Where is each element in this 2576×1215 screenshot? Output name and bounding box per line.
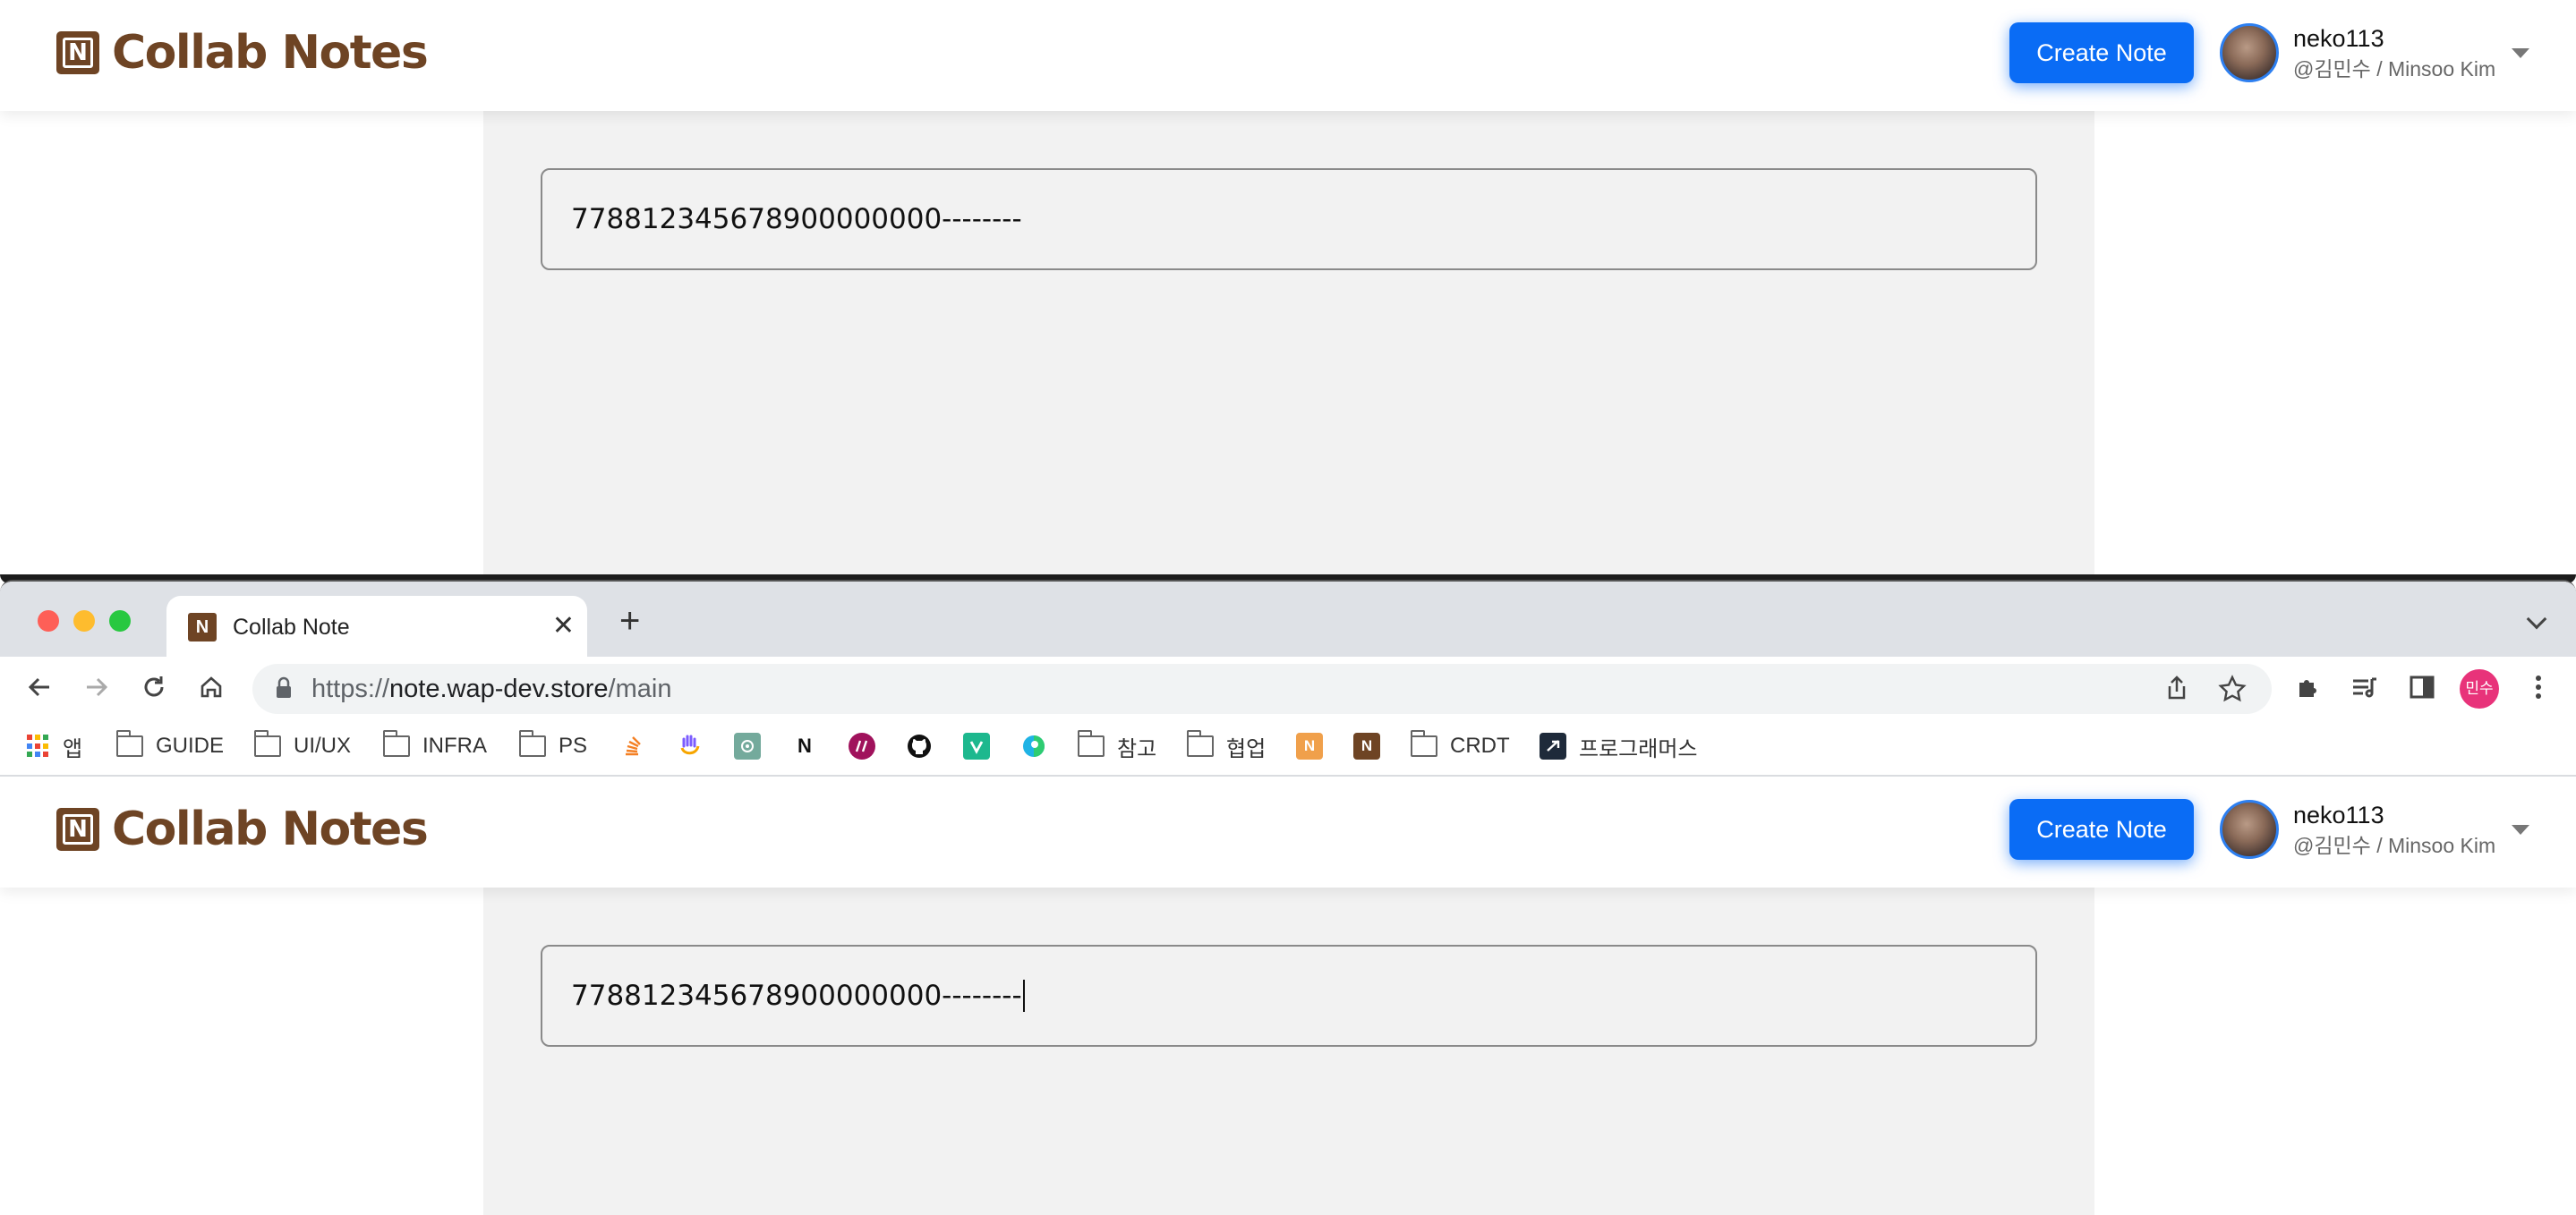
bookmark-stackoverflow[interactable] — [619, 730, 646, 762]
user-handle: @김민수 / Minsoo Kim — [2293, 834, 2496, 857]
github-icon — [906, 733, 933, 760]
back-arrow-icon[interactable] — [20, 667, 59, 707]
zoom-window-button[interactable] — [109, 610, 131, 632]
folder-icon — [383, 730, 410, 757]
lock-icon — [277, 676, 291, 698]
tab-strip: N Collab Note ✕ + — [0, 582, 2576, 658]
bookmark-folder-ps[interactable]: PS — [519, 730, 587, 762]
folder-icon — [254, 730, 281, 757]
avatar[interactable] — [2220, 23, 2279, 82]
bookmark-app-circle[interactable] — [1020, 730, 1047, 762]
note-title-input[interactable]: 778812345678900000000-------- — [541, 168, 2037, 270]
bookmark-notion[interactable]: N — [791, 730, 818, 762]
app-logo[interactable]: N Collab Notes — [56, 26, 429, 80]
bookmark-folder-uiux[interactable]: UI/UX — [254, 730, 351, 762]
stack-icon — [619, 733, 646, 760]
browser-window: N Collab Note ✕ + https://note.wap-dev.s… — [0, 580, 2576, 1215]
note-title-input[interactable]: 778812345678900000000-------- — [541, 945, 2037, 1047]
notion-icon: N — [798, 735, 812, 757]
bookmark-folder-guide[interactable]: GUIDE — [116, 730, 224, 762]
user-name: neko113 — [2293, 802, 2384, 828]
app-logo[interactable]: N Collab Notes — [56, 803, 429, 856]
bookmark-note-brown[interactable]: N — [1353, 730, 1380, 762]
bookmark-folder-infra[interactable]: INFRA — [383, 730, 487, 762]
note-title-text: 778812345678900000000-------- — [571, 980, 1022, 1012]
note-paper — [483, 888, 2094, 1215]
new-tab-button[interactable]: + — [619, 601, 640, 641]
bookmark-vercel-v[interactable] — [963, 730, 990, 762]
url-text: https://note.wap-dev.store/main — [311, 674, 672, 703]
tab-favicon-icon: N — [188, 613, 217, 641]
profile-avatar[interactable]: 민수 — [2460, 669, 2499, 709]
folder-icon — [1078, 730, 1105, 757]
bookmark-github[interactable] — [906, 730, 933, 762]
avatar[interactable] — [2220, 800, 2279, 859]
bookmarks-bar: 앱 GUIDE UI/UX INFRA PS N 참고 협업 N N CRDT … — [0, 718, 2576, 777]
star-icon[interactable] — [2218, 675, 2247, 703]
v-logo-icon — [963, 733, 990, 760]
bookmark-folder-collab[interactable]: 협업 — [1187, 730, 1266, 762]
bookmark-programmers[interactable]: 프로그래머스 — [1540, 730, 1697, 762]
note-logo-icon: N — [1353, 733, 1380, 760]
extensions-icon[interactable] — [2288, 667, 2327, 707]
close-icon[interactable]: ✕ — [552, 610, 575, 642]
app-viewport: N Collab Notes Create Note neko113 @김민수 … — [0, 777, 2576, 1215]
logo-text: Collab Notes — [112, 26, 429, 80]
apps-grid-icon — [27, 735, 50, 758]
kebab-menu-icon[interactable] — [2519, 667, 2558, 707]
bookmark-chatgpt[interactable] — [734, 730, 761, 762]
chevron-down-icon[interactable] — [2512, 48, 2529, 58]
slash-icon — [849, 733, 875, 760]
programmers-icon — [1540, 733, 1566, 760]
tab-collab-note[interactable]: N Collab Note ✕ — [166, 596, 587, 658]
bookmark-apps[interactable]: 앱 — [27, 730, 82, 762]
openai-icon — [734, 733, 761, 760]
logo-text: Collab Notes — [112, 803, 429, 856]
share-icon[interactable] — [2164, 675, 2189, 701]
folder-icon — [1411, 730, 1437, 757]
create-note-button[interactable]: Create Note — [2009, 22, 2194, 83]
hand-icon — [677, 733, 704, 760]
close-window-button[interactable] — [38, 610, 59, 632]
user-name: neko113 — [2293, 25, 2384, 52]
folder-icon — [1187, 730, 1214, 757]
app-header: N Collab Notes Create Note neko113 @김민수 … — [0, 0, 2576, 111]
bookmark-hand[interactable] — [677, 730, 704, 762]
forward-arrow-icon[interactable] — [77, 667, 116, 707]
tab-title: Collab Note — [233, 614, 350, 640]
address-bar[interactable]: https://note.wap-dev.store/main — [252, 664, 2272, 714]
text-cursor — [1022, 980, 1025, 1012]
folder-icon — [116, 730, 143, 757]
side-panel-icon[interactable] — [2402, 667, 2442, 707]
reload-icon[interactable] — [134, 667, 174, 707]
logo-icon: N — [56, 808, 99, 851]
circle-logo-icon — [1020, 733, 1047, 760]
home-icon[interactable] — [192, 667, 231, 707]
bookmark-note-orange[interactable]: N — [1296, 730, 1323, 762]
app-header: N Collab Notes Create Note neko113 @김민수 … — [0, 777, 2576, 888]
chevron-down-icon[interactable] — [2526, 608, 2547, 630]
bookmark-slash[interactable] — [849, 730, 875, 762]
create-note-button[interactable]: Create Note — [2009, 799, 2194, 860]
bookmark-folder-reference[interactable]: 참고 — [1078, 730, 1156, 762]
minimize-window-button[interactable] — [73, 610, 95, 632]
folder-icon — [519, 730, 546, 757]
user-handle: @김민수 / Minsoo Kim — [2293, 57, 2496, 81]
bookmark-folder-crdt[interactable]: CRDT — [1411, 730, 1510, 762]
chevron-down-icon[interactable] — [2512, 825, 2529, 835]
note-title-text: 778812345678900000000-------- — [571, 203, 1022, 235]
top-window: N Collab Notes Create Note neko113 @김민수 … — [0, 0, 2576, 582]
browser-toolbar: https://note.wap-dev.store/main 민수 — [0, 657, 2576, 718]
logo-icon: N — [56, 31, 99, 74]
reading-list-icon[interactable] — [2345, 667, 2384, 707]
note-logo-icon: N — [1296, 733, 1323, 760]
